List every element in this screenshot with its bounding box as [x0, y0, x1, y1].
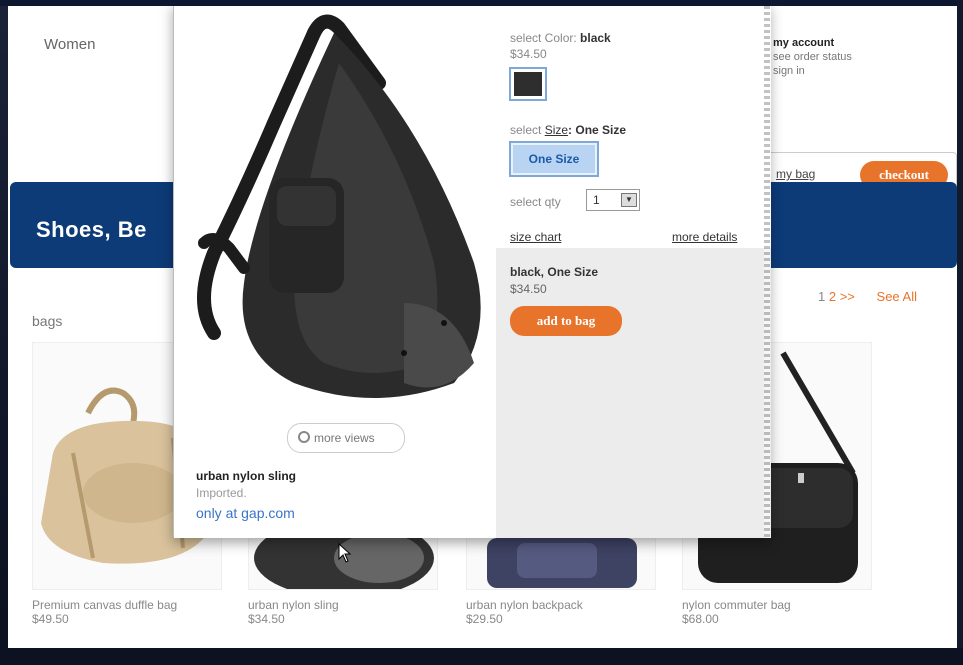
add-to-bag-button[interactable]: add to bag [510, 306, 622, 336]
qty-select[interactable]: 1 ▼ [586, 189, 640, 211]
select-size-label: select Size: One Size [510, 123, 627, 137]
product-price: $68.00 [682, 612, 719, 626]
size-guide-link[interactable]: Size [545, 123, 568, 137]
product-price: $49.50 [32, 612, 69, 626]
product-name[interactable]: urban nylon sling [248, 598, 438, 612]
option-price: $34.50 [510, 47, 547, 61]
size-option-label: One Size [513, 145, 595, 173]
qty-value: 1 [593, 193, 600, 207]
pagination: 1 2 >> See All [818, 289, 917, 304]
page-2-link[interactable]: 2 [829, 289, 836, 304]
account-panel: my account see order status sign in [773, 36, 852, 78]
next-page-link[interactable]: >> [840, 289, 855, 304]
selection-price: $34.50 [510, 282, 547, 296]
sign-in-link[interactable]: sign in [773, 64, 852, 78]
exclusive-link[interactable]: only at gap.com [196, 505, 295, 521]
page-1-current: 1 [818, 289, 826, 304]
product-name[interactable]: urban nylon backpack [466, 598, 656, 612]
order-status-link[interactable]: see order status [773, 50, 852, 64]
my-bag-link[interactable]: my bag [776, 167, 815, 181]
modal-options-panel: select Color: black $34.50 select Size: … [496, 6, 771, 248]
selected-color: black [580, 31, 611, 45]
window-frame-right [957, 0, 963, 665]
size-chart-link[interactable]: size chart [510, 230, 561, 244]
quick-look-modal: more views urban nylon sling Imported. o… [173, 6, 771, 538]
nav-women-link[interactable]: Women [44, 36, 95, 53]
select-color-label: select Color: black [510, 31, 611, 45]
magnifier-icon [298, 431, 310, 443]
dropdown-arrow-icon: ▼ [621, 193, 637, 207]
product-price: $34.50 [248, 612, 285, 626]
window-frame-left [0, 0, 8, 665]
selection-summary: black, One Size [510, 265, 599, 279]
modal-scroll-edge [764, 6, 770, 538]
modal-image-panel: more views urban nylon sling Imported. o… [174, 6, 496, 538]
more-details-link[interactable]: more details [672, 230, 737, 244]
window-frame-bottom [0, 648, 963, 665]
color-swatch-black[interactable] [509, 67, 547, 101]
product-price: $29.50 [466, 612, 503, 626]
modal-summary-panel: black, One Size $34.50 add to bag [496, 248, 771, 538]
banner-title: Shoes, Be [36, 217, 147, 242]
category-label: bags [32, 313, 63, 329]
see-all-link[interactable]: See All [877, 289, 917, 304]
more-views-button[interactable]: more views [287, 423, 405, 453]
modal-product-subtitle: Imported. [196, 486, 247, 500]
size-option-button[interactable]: One Size [509, 141, 599, 177]
more-views-label: more views [314, 431, 375, 445]
modal-product-title: urban nylon sling [196, 469, 297, 483]
store-page: Women my account see order status sign i… [8, 6, 957, 648]
product-name[interactable]: Premium canvas duffle bag [32, 598, 222, 612]
mouse-cursor-icon [338, 543, 352, 563]
product-hero-image [197, 14, 481, 398]
qty-label: select qty [510, 195, 561, 209]
my-account-link[interactable]: my account [773, 36, 852, 50]
product-name[interactable]: nylon commuter bag [682, 598, 872, 612]
